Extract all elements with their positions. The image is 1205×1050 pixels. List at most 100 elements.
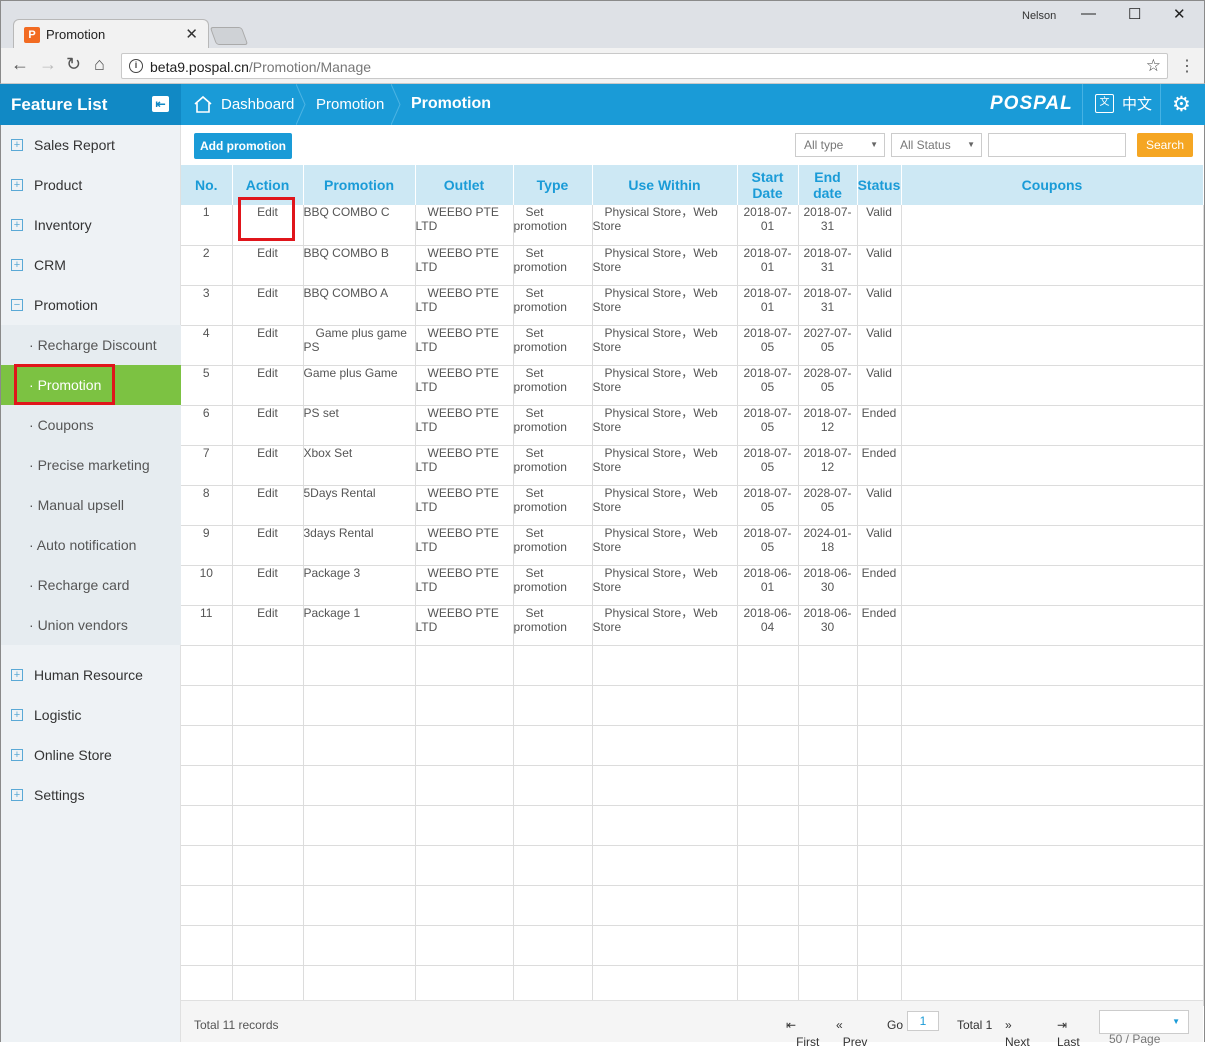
empty-cell xyxy=(798,925,858,966)
sidebar-item-sales-report[interactable]: + Sales Report xyxy=(1,125,181,165)
cell-start-date-line1: 2018-07- xyxy=(743,525,792,540)
cell-promotion: BBQ COMBO C xyxy=(303,205,416,246)
cell-type-line1: Set xyxy=(525,365,544,380)
col-header-coupons[interactable]: Coupons xyxy=(901,165,1204,205)
cell-use-within-line1: Physical Store，Web xyxy=(604,605,718,620)
sidebar-item-inventory[interactable]: + Inventory xyxy=(1,205,181,245)
col-header-use-within[interactable]: Use Within xyxy=(592,165,738,205)
breadcrumb-dashboard[interactable]: Dashboard xyxy=(221,96,294,113)
cell-no: 10 xyxy=(181,565,233,606)
sidebar-item-promotion[interactable]: − Promotion xyxy=(1,285,181,325)
table-row[interactable]: 8 Edit 5Days Rental WEEBO PTE LTD Set promotio… xyxy=(181,485,1204,526)
sidebar-item-online-store[interactable]: + Online Store xyxy=(1,735,181,775)
status-badge: Valid xyxy=(857,525,902,566)
edit-link[interactable]: Edit xyxy=(232,525,304,566)
sidebar-item-crm[interactable]: + CRM xyxy=(1,245,181,285)
cell-use-within: Physical Store，Web Store xyxy=(592,285,738,326)
highlight-box-promotion xyxy=(14,364,115,405)
empty-cell xyxy=(513,965,593,1006)
edit-link[interactable]: Edit xyxy=(232,285,304,326)
reload-icon[interactable]: ↻ xyxy=(66,54,81,75)
cell-coupons xyxy=(901,285,1204,326)
add-promotion-button[interactable]: Add promotion xyxy=(194,133,292,159)
page-number-input[interactable]: 1 xyxy=(907,1011,939,1031)
col-header-outlet[interactable]: Outlet xyxy=(415,165,514,205)
cell-use-within: Physical Store，Web Store xyxy=(592,325,738,366)
empty-cell xyxy=(232,645,304,686)
edit-link[interactable]: Edit xyxy=(232,445,304,486)
table-row[interactable]: 7 Edit Xbox Set WEEBO PTE LTD Set promotion Phy… xyxy=(181,445,1204,486)
language-switch[interactable]: 中文 xyxy=(1122,93,1152,114)
edit-link[interactable]: Edit xyxy=(232,565,304,606)
search-button[interactable]: Search xyxy=(1137,133,1193,157)
close-window-icon[interactable]: ✕ xyxy=(1173,5,1186,23)
submenu-recharge-card[interactable]: · Recharge card xyxy=(1,565,181,605)
maximize-icon[interactable]: ☐ xyxy=(1128,5,1141,23)
table-row[interactable]: 1 Edit BBQ COMBO C WEEBO PTE LTD Set promotion… xyxy=(181,205,1204,246)
edit-link[interactable]: Edit xyxy=(232,365,304,406)
settings-gear-icon[interactable]: ⚙ xyxy=(1172,92,1191,117)
type-filter-select[interactable]: All type ▼ xyxy=(795,133,885,157)
home-icon[interactable]: ⌂ xyxy=(94,54,105,75)
col-header-end-date[interactable]: End date xyxy=(798,165,858,205)
first-page-link[interactable]: ⇤ First xyxy=(786,1018,819,1049)
back-icon[interactable]: ← xyxy=(11,54,29,75)
submenu-recharge-discount[interactable]: · Recharge Discount xyxy=(1,325,181,365)
table-row[interactable]: 11 Edit Package 1 WEEBO PTE LTD Set promotion P… xyxy=(181,605,1204,646)
submenu-manual-upsell[interactable]: · Manual upsell xyxy=(1,485,181,525)
prev-page-link[interactable]: « Prev xyxy=(836,1018,867,1049)
browser-menu-icon[interactable]: ⋮ xyxy=(1179,56,1195,76)
edit-link[interactable]: Edit xyxy=(232,245,304,286)
info-icon[interactable]: i xyxy=(129,59,143,73)
minimize-icon[interactable]: — xyxy=(1081,5,1096,22)
url-input[interactable]: i beta9.pospal.cn/Promotion/Manage ☆ xyxy=(121,53,1168,79)
empty-cell xyxy=(513,925,593,966)
submenu-label: Union vendors xyxy=(37,617,128,633)
edit-link[interactable]: Edit xyxy=(232,325,304,366)
bookmark-star-icon[interactable]: ☆ xyxy=(1146,56,1161,76)
sidebar-item-settings[interactable]: + Settings xyxy=(1,775,181,815)
cell-type-line1: Set xyxy=(525,325,544,340)
table-row[interactable]: 2 Edit BBQ COMBO B WEEBO PTE LTD Set promotion… xyxy=(181,245,1204,286)
next-page-link[interactable]: Next » xyxy=(1005,1018,1030,1049)
browser-tab[interactable]: P Promotion ✕ xyxy=(13,19,209,49)
col-header-promotion[interactable]: Promotion xyxy=(303,165,416,205)
table-row[interactable]: 4 Edit Game plus game PS WEEBO PTE LTD Set prom… xyxy=(181,325,1204,366)
status-filter-select[interactable]: All Status ▼ xyxy=(891,133,982,157)
submenu-coupons[interactable]: · Coupons xyxy=(1,405,181,445)
col-header-no[interactable]: No. xyxy=(181,165,233,205)
last-page-link[interactable]: Last ⇥ xyxy=(1057,1018,1080,1049)
table-row[interactable]: 9 Edit 3days Rental WEEBO PTE LTD Set promotio… xyxy=(181,525,1204,566)
forward-icon[interactable]: → xyxy=(39,54,57,75)
profile-name[interactable]: Nelson xyxy=(1022,10,1056,22)
dashboard-home-icon[interactable] xyxy=(193,95,213,114)
sidebar-item-product[interactable]: + Product xyxy=(1,165,181,205)
table-row[interactable]: 6 Edit PS set WEEBO PTE LTD Set promotion Physi… xyxy=(181,405,1204,446)
edit-link[interactable]: Edit xyxy=(232,405,304,446)
sidebar-item-logistic[interactable]: + Logistic xyxy=(1,695,181,735)
breadcrumb-promotion[interactable]: Promotion xyxy=(316,96,384,113)
sidebar-item-human-resource[interactable]: + Human Resource xyxy=(1,655,181,695)
language-icon[interactable]: 文 xyxy=(1095,94,1114,113)
table-row[interactable]: 5 Edit Game plus Game WEEBO PTE LTD Set promot… xyxy=(181,365,1204,406)
tab-close-icon[interactable]: ✕ xyxy=(185,25,198,43)
table-row[interactable]: 10 Edit Package 3 WEEBO PTE LTD Set promotion P… xyxy=(181,565,1204,606)
col-header-type[interactable]: Type xyxy=(513,165,593,205)
edit-link[interactable]: Edit xyxy=(232,605,304,646)
submenu-precise-marketing[interactable]: · Precise marketing xyxy=(1,445,181,485)
empty-cell xyxy=(303,885,416,926)
cell-end-date-line1: 2018-07- xyxy=(803,445,852,460)
collapse-sidebar-icon[interactable]: ⇤ xyxy=(152,96,169,112)
search-input[interactable] xyxy=(988,133,1126,157)
edit-link[interactable]: Edit xyxy=(232,485,304,526)
submenu-auto-notification[interactable]: · Auto notification xyxy=(1,525,181,565)
status-badge: Valid xyxy=(857,205,902,246)
col-header-status[interactable]: Status xyxy=(857,165,902,205)
new-tab-button[interactable] xyxy=(209,27,249,45)
empty-cell xyxy=(513,845,593,886)
page-size-select[interactable]: 50 / Page ▼ xyxy=(1099,1010,1189,1046)
empty-cell xyxy=(592,805,738,846)
table-row[interactable]: 3 Edit BBQ COMBO A WEEBO PTE LTD Set promotion… xyxy=(181,285,1204,326)
submenu-union-vendors[interactable]: · Union vendors xyxy=(1,605,181,645)
col-header-start-date[interactable]: Start Date xyxy=(737,165,799,205)
